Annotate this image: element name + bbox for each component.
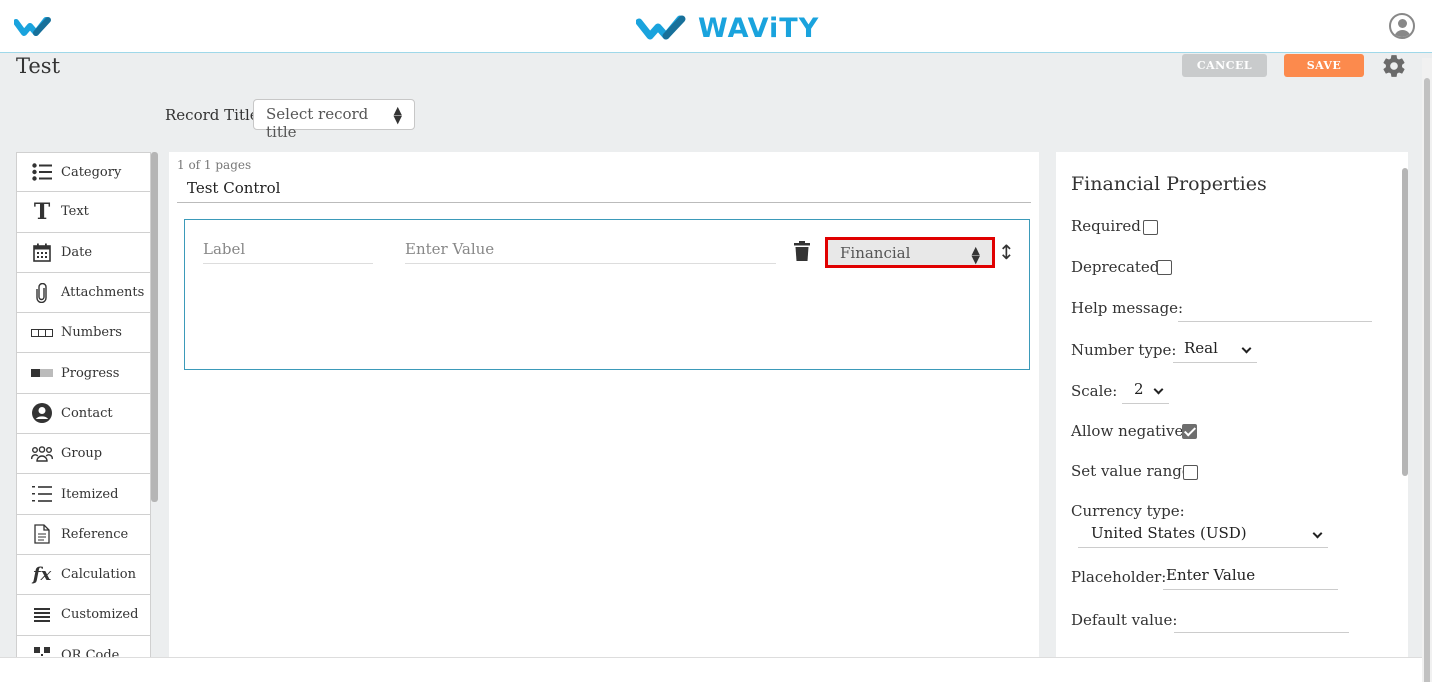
menu-icon — [31, 604, 53, 626]
field-type-select[interactable]: Financial ▲ ▼ — [825, 237, 995, 268]
allow-negative-checkbox[interactable] — [1182, 424, 1197, 439]
page-scrollbar-thumb[interactable] — [1424, 78, 1430, 682]
document-icon — [31, 523, 53, 545]
chevron-down-icon — [1241, 343, 1252, 354]
palette-scrollbar[interactable] — [151, 152, 158, 502]
record-title-select-value: Select record title — [266, 105, 369, 141]
itemized-icon — [31, 483, 53, 505]
palette-item-label: Progress — [61, 365, 120, 381]
palette-item-progress[interactable]: Progress — [16, 353, 151, 394]
qr-icon — [31, 644, 53, 657]
trash-icon[interactable] — [794, 241, 810, 261]
palette-item-itemized[interactable]: Itemized — [16, 474, 151, 515]
top-navbar: WAViTY — [0, 0, 1432, 53]
user-avatar-icon[interactable] — [1389, 13, 1415, 39]
control-palette: Category T Text Date Attachments Numbers… — [16, 152, 151, 657]
record-title-select[interactable]: Select record title ▲ ▼ — [253, 99, 415, 141]
label-input[interactable]: Label — [203, 240, 373, 264]
set-value-range-checkbox[interactable] — [1183, 465, 1198, 480]
currency-type-value: United States (USD) — [1091, 524, 1247, 542]
palette-item-label: Reference — [61, 526, 129, 542]
pages-info: 1 of 1 pages — [177, 158, 252, 172]
scale-value: 2 — [1134, 380, 1144, 398]
wavity-small-logo-icon[interactable] — [14, 14, 56, 40]
required-checkbox[interactable] — [1143, 220, 1158, 235]
palette-item-contact[interactable]: Contact — [16, 393, 151, 435]
scale-select[interactable]: 2 — [1122, 380, 1169, 404]
default-value-input[interactable] — [1174, 609, 1349, 633]
currency-type-select[interactable]: United States (USD) — [1078, 524, 1328, 548]
brand-logo: WAViTY — [636, 12, 819, 44]
palette-item-label: Text — [61, 204, 89, 220]
palette-item-group[interactable]: Group — [16, 434, 151, 475]
palette-item-qr-code[interactable]: QR Code — [16, 635, 151, 657]
palette-item-attachments[interactable]: Attachments — [16, 272, 151, 314]
select-arrows-icon: ▲ ▼ — [971, 244, 980, 266]
deprecated-checkbox[interactable] — [1157, 260, 1172, 275]
palette-item-numbers[interactable]: Numbers — [16, 313, 151, 354]
gear-icon[interactable] — [1381, 53, 1407, 79]
properties-title: Financial Properties — [1071, 173, 1267, 195]
text-icon: T — [33, 198, 51, 225]
save-button[interactable]: SAVE — [1284, 54, 1364, 77]
bottom-strip — [0, 657, 1422, 682]
page-scrollbar[interactable] — [1422, 58, 1432, 682]
palette-item-label: Category — [61, 164, 122, 180]
value-input[interactable]: Enter Value — [405, 240, 776, 264]
field-type-value: Financial — [840, 244, 911, 262]
contact-icon — [31, 402, 53, 424]
required-label: Required — [1071, 217, 1141, 235]
chevron-down-icon — [1153, 384, 1164, 395]
palette-item-label: Contact — [61, 405, 113, 421]
cancel-button[interactable]: CANCEL — [1182, 54, 1267, 77]
brand-name: WAViTY — [698, 12, 820, 44]
palette-item-label: Calculation — [61, 567, 136, 583]
palette-item-reference[interactable]: Reference — [16, 514, 151, 555]
allow-negative-label: Allow negative — [1071, 422, 1184, 440]
help-message-input[interactable] — [1178, 298, 1372, 322]
properties-scrollbar[interactable] — [1402, 168, 1408, 476]
placeholder-label: Placeholder: — [1071, 568, 1167, 586]
group-icon — [31, 443, 53, 465]
properties-panel: Financial Properties Required Deprecated… — [1056, 152, 1408, 657]
calendar-icon — [31, 241, 53, 263]
palette-item-label: Attachments — [61, 285, 145, 301]
select-arrows-icon: ▲ ▼ — [393, 104, 402, 126]
form-canvas: 1 of 1 pages Test Control Label Enter Va… — [169, 152, 1039, 657]
palette-item-customized[interactable]: Customized — [16, 595, 151, 636]
control-field-box[interactable]: Label Enter Value Financial ▲ ▼ ↕ — [184, 219, 1030, 370]
palette-item-label: QR Code — [61, 647, 120, 657]
palette-item-category[interactable]: Category — [16, 152, 151, 193]
control-title[interactable]: Test Control — [187, 179, 280, 197]
number-type-value: Real — [1184, 339, 1218, 357]
deprecated-label: Deprecated — [1071, 258, 1160, 276]
drag-handle-icon[interactable]: ↕ — [998, 240, 1015, 264]
wavity-logo-icon — [636, 15, 686, 40]
placeholder-input[interactable]: Enter Value — [1163, 566, 1338, 590]
progress-icon — [31, 362, 53, 384]
currency-type-label: Currency type: — [1071, 502, 1185, 520]
palette-item-calculation[interactable]: fx Calculation — [16, 554, 151, 596]
page-title: Test — [16, 54, 61, 78]
set-value-range-label: Set value range — [1071, 462, 1191, 480]
number-type-select[interactable]: Real — [1173, 339, 1257, 363]
palette-item-date[interactable]: Date — [16, 232, 151, 273]
palette-item-label: Itemized — [61, 486, 119, 502]
palette-item-label: Customized — [61, 607, 139, 623]
record-title-label: Record Title — [165, 106, 259, 124]
palette-item-label: Group — [61, 446, 103, 462]
function-icon: fx — [32, 564, 52, 586]
chevron-down-icon — [1312, 528, 1323, 539]
paperclip-icon — [31, 282, 53, 304]
numbers-icon — [31, 322, 53, 344]
palette-item-label: Numbers — [61, 325, 122, 341]
help-message-label: Help message: — [1071, 299, 1184, 317]
default-value-label: Default value: — [1071, 611, 1178, 629]
palette-item-text[interactable]: T Text — [16, 192, 151, 233]
number-type-label: Number type: — [1071, 341, 1177, 359]
palette-item-label: Date — [61, 244, 93, 260]
scale-label: Scale: — [1071, 382, 1118, 400]
divider — [177, 202, 1031, 203]
list-icon — [31, 161, 53, 183]
